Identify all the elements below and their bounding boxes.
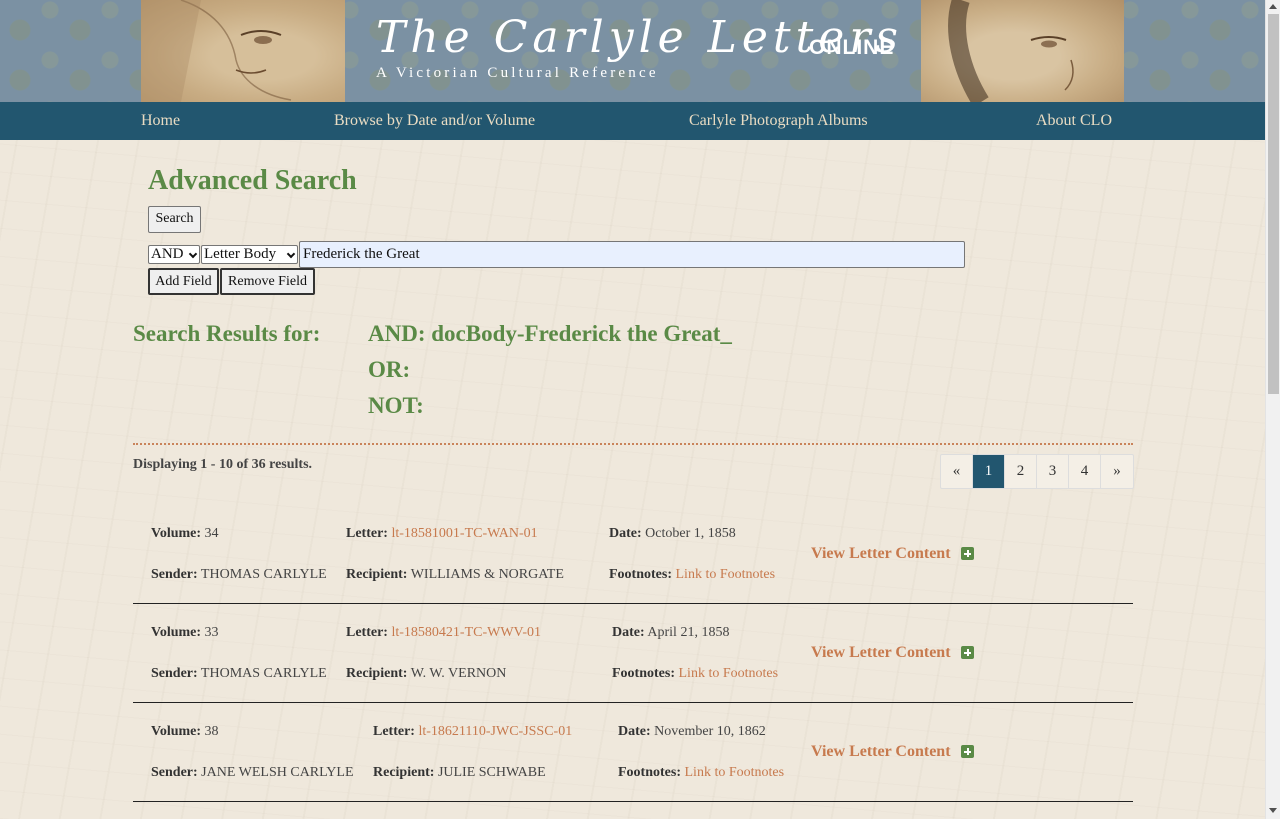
results-count: Displaying 1 - 10 of 36 results.	[133, 457, 313, 472]
remove-field-button[interactable]: Remove Field	[220, 268, 315, 295]
sender-field: Sender: JANE WELSH CARLYLE	[151, 765, 354, 780]
scroll-thumb[interactable]	[1268, 14, 1279, 394]
letter-link[interactable]: lt-18621110-JWC-JSSC-01	[418, 724, 572, 739]
chevron-down-icon	[286, 249, 296, 259]
volume-field: Volume: 33	[151, 625, 219, 640]
date-field: Date: October 1, 1858	[609, 526, 736, 541]
pagination: « 1 2 3 4 »	[940, 454, 1134, 489]
query-and-line: AND: docBody-Frederick the Great_	[368, 321, 732, 346]
chevron-down-icon	[188, 249, 198, 259]
plus-icon[interactable]	[961, 745, 974, 758]
nav-photo-albums[interactable]: Carlyle Photograph Albums	[689, 112, 868, 130]
sender-field: Sender: THOMAS CARLYLE	[151, 567, 327, 582]
page-4[interactable]: 4	[1069, 455, 1101, 488]
sender-field: Sender: THOMAS CARLYLE	[151, 666, 327, 681]
letter-field: Letter: lt-18580421-TC-WWV-01	[346, 625, 542, 640]
nav-home[interactable]: Home	[141, 112, 180, 130]
search-button[interactable]: Search	[148, 206, 201, 233]
main-nav: Home Browse by Date and/or Volume Carlyl…	[0, 102, 1265, 140]
plus-icon[interactable]	[961, 646, 974, 659]
jane-welsh-carlyle-portrait	[921, 0, 1124, 102]
search-query-input[interactable]: Frederick the Great	[299, 241, 965, 268]
page-prev[interactable]: «	[941, 455, 973, 488]
view-letter-content-link[interactable]: View Letter Content	[811, 545, 951, 563]
footnotes-link[interactable]: Link to Footnotes	[685, 765, 785, 780]
recipient-field: Recipient: W. W. VERNON	[346, 666, 507, 681]
footnotes-link[interactable]: Link to Footnotes	[679, 666, 779, 681]
row-divider	[133, 801, 1133, 802]
result-row: Volume: 34 Letter: lt-18581001-TC-WAN-01…	[133, 505, 1133, 604]
volume-field: Volume: 34	[151, 526, 219, 541]
operator-select-value: AND	[151, 246, 184, 262]
letter-link[interactable]: lt-18581001-TC-WAN-01	[391, 526, 537, 541]
page-3[interactable]: 3	[1037, 455, 1069, 488]
letter-link[interactable]: lt-18580421-TC-WWV-01	[391, 625, 541, 640]
field-select[interactable]: Letter Body	[201, 245, 298, 264]
query-or-line: OR:	[368, 357, 411, 382]
scroll-down-icon[interactable]	[1269, 808, 1277, 813]
results-label: Search Results for:	[133, 321, 321, 346]
recipient-field: Recipient: JULIE SCHWABE	[373, 765, 546, 780]
page-2[interactable]: 2	[1005, 455, 1037, 488]
divider	[133, 443, 1133, 445]
site-logo-subtitle: A Victorian Cultural Reference	[376, 65, 659, 81]
field-select-value: Letter Body	[204, 246, 277, 262]
footnotes-field: Footnotes: Link to Footnotes	[612, 666, 779, 681]
recipient-field: Recipient: WILLIAMS & NORGATE	[346, 567, 564, 582]
operator-select[interactable]: AND	[148, 245, 200, 264]
result-row: Volume: 38 Letter: lt-18621110-JWC-JSSC-…	[133, 703, 1133, 802]
plus-icon[interactable]	[961, 547, 974, 560]
date-field: Date: November 10, 1862	[618, 724, 766, 739]
letter-field: Letter: lt-18581001-TC-WAN-01	[346, 526, 538, 541]
add-field-button[interactable]: Add Field	[148, 268, 219, 295]
date-field: Date: April 21, 1858	[612, 625, 730, 640]
footnotes-field: Footnotes: Link to Footnotes	[609, 567, 776, 582]
page-next[interactable]: »	[1101, 455, 1133, 488]
site-header: The Carlyle Letters ONLINE A Victorian C…	[0, 0, 1265, 102]
query-not-line: NOT:	[368, 393, 424, 418]
thomas-carlyle-portrait	[141, 0, 345, 102]
volume-field: Volume: 38	[151, 724, 219, 739]
nav-browse[interactable]: Browse by Date and/or Volume	[334, 112, 535, 130]
result-row: Volume: 33 Letter: lt-18580421-TC-WWV-01…	[133, 604, 1133, 703]
page-scrollbar[interactable]	[1265, 0, 1280, 819]
letter-field: Letter: lt-18621110-JWC-JSSC-01	[373, 724, 573, 739]
footnotes-field: Footnotes: Link to Footnotes	[618, 765, 785, 780]
view-letter-content-link[interactable]: View Letter Content	[811, 743, 951, 761]
page-1[interactable]: 1	[973, 455, 1005, 488]
view-letter-content-link[interactable]: View Letter Content	[811, 644, 951, 662]
nav-about[interactable]: About CLO	[1036, 112, 1112, 130]
footnotes-link[interactable]: Link to Footnotes	[676, 567, 776, 582]
site-logo-online[interactable]: ONLINE	[809, 36, 894, 60]
scroll-up-icon[interactable]	[1269, 4, 1277, 9]
page-title: Advanced Search	[148, 165, 357, 196]
